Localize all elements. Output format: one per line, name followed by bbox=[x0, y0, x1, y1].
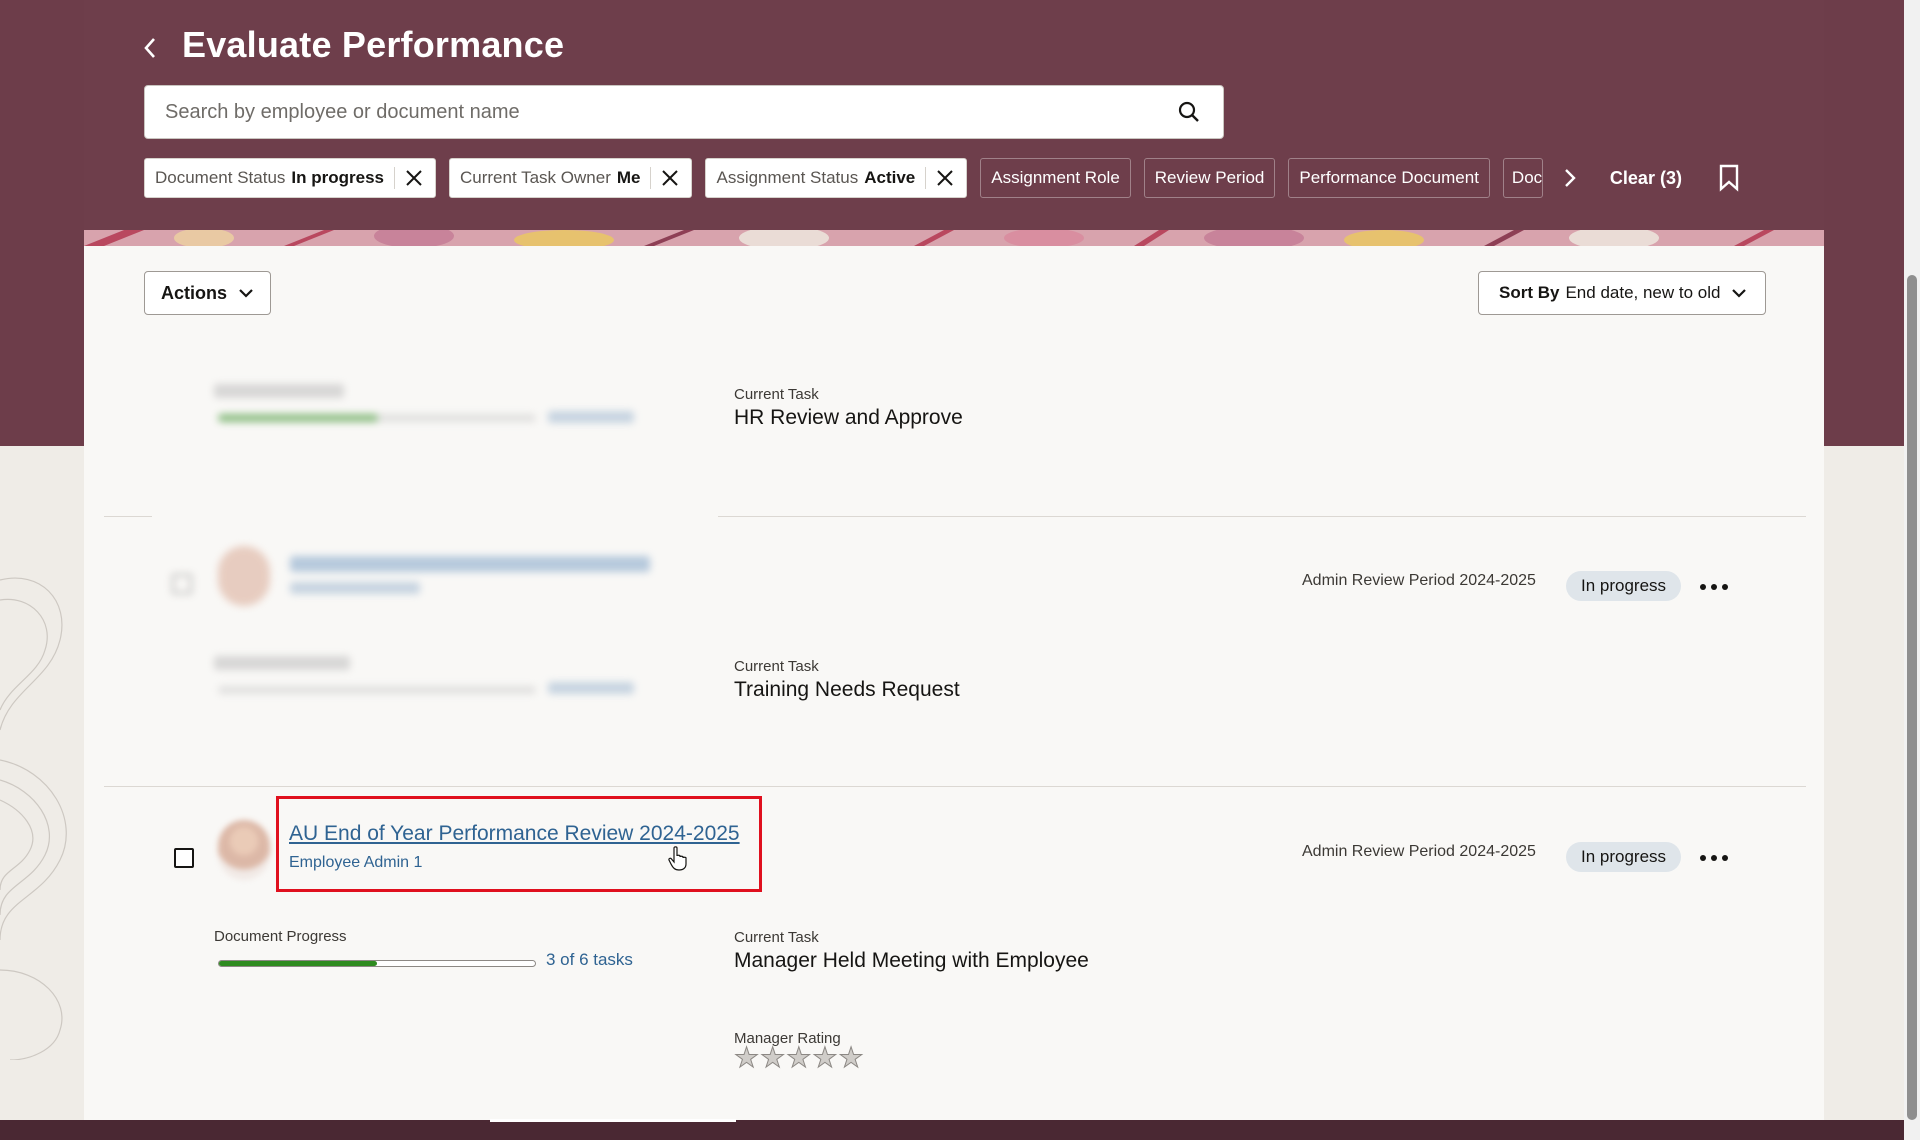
current-task-value: Training Needs Request bbox=[734, 678, 960, 701]
star-icon[interactable]: ★ bbox=[733, 1043, 759, 1072]
sort-prefix: Sort By bbox=[1499, 283, 1560, 302]
row-divider bbox=[104, 516, 152, 517]
filter-chips: Document Status In progress Current Task… bbox=[144, 158, 1742, 198]
avatar bbox=[218, 820, 270, 880]
row-divider bbox=[718, 516, 1806, 517]
filter-performance-document[interactable]: Performance Document bbox=[1288, 158, 1490, 198]
chip-value: Active bbox=[864, 168, 916, 187]
bookmark-icon[interactable] bbox=[1716, 163, 1742, 193]
document-name-link[interactable]: AU End of Year Performance Review 2024-2… bbox=[289, 822, 740, 846]
filter-chip-document-status[interactable]: Document Status In progress bbox=[144, 158, 436, 198]
close-icon[interactable] bbox=[934, 167, 956, 189]
employee-name-link[interactable]: Employee Admin 1 bbox=[289, 854, 422, 872]
actions-label: Actions bbox=[161, 282, 228, 303]
chevron-down-icon bbox=[239, 289, 253, 298]
filter-chip-assignment-status[interactable]: Assignment Status Active bbox=[705, 158, 968, 198]
chip-divider bbox=[925, 167, 927, 189]
current-task-label: Current Task bbox=[734, 658, 819, 675]
filter-chip-current-task-owner[interactable]: Current Task Owner Me bbox=[449, 158, 693, 198]
filter-doc-truncated[interactable]: Doc bbox=[1502, 158, 1543, 198]
chevron-left-icon bbox=[144, 38, 155, 58]
review-period: Admin Review Period 2024-2025 bbox=[1302, 843, 1536, 860]
more-icon[interactable] bbox=[1694, 572, 1734, 602]
chip-value: Me bbox=[616, 168, 641, 187]
current-task-value: HR Review and Approve bbox=[734, 406, 963, 429]
chip-value: In progress bbox=[291, 168, 384, 187]
close-icon[interactable] bbox=[659, 167, 681, 189]
chip-label: Assignment Status bbox=[716, 168, 859, 187]
actions-button[interactable]: Actions bbox=[144, 271, 271, 315]
document-progress-fill bbox=[219, 961, 377, 966]
topographic-decoration bbox=[0, 577, 67, 1060]
status-badge: In progress bbox=[1566, 571, 1682, 601]
row-divider bbox=[104, 786, 1806, 787]
search-icon[interactable] bbox=[1175, 98, 1203, 126]
tasks-count-link[interactable]: 3 of 6 tasks bbox=[546, 950, 633, 970]
current-task-value: Manager Held Meeting with Employee bbox=[734, 949, 1089, 972]
search-input[interactable] bbox=[165, 100, 1175, 124]
chevron-right-icon[interactable] bbox=[1552, 158, 1588, 198]
current-task-label: Current Task bbox=[734, 386, 819, 403]
chip-divider bbox=[394, 167, 395, 189]
pointer-cursor-icon bbox=[668, 846, 687, 871]
filter-review-period[interactable]: Review Period bbox=[1143, 158, 1276, 198]
chevron-down-icon bbox=[1732, 289, 1746, 298]
chip-label: Current Task Owner bbox=[460, 168, 611, 187]
sort-value: End date, new to old bbox=[1565, 283, 1721, 302]
manager-rating-stars[interactable]: ★ ★ ★ ★ ★ bbox=[733, 1043, 865, 1072]
document-progress-label: Document Progress bbox=[214, 928, 347, 945]
review-period: Admin Review Period 2024-2025 bbox=[1302, 572, 1536, 589]
status-badge: In progress bbox=[1566, 842, 1682, 872]
star-icon[interactable]: ★ bbox=[760, 1043, 786, 1072]
star-icon[interactable]: ★ bbox=[786, 1043, 812, 1072]
search-box[interactable] bbox=[144, 85, 1224, 139]
clear-filters-button[interactable]: Clear (3) bbox=[1610, 168, 1682, 189]
chip-label: Document Status bbox=[155, 168, 286, 187]
chip-divider bbox=[650, 167, 652, 189]
document-progress-bar bbox=[218, 960, 536, 967]
star-icon[interactable]: ★ bbox=[812, 1043, 838, 1072]
more-icon[interactable] bbox=[1694, 843, 1734, 873]
decorative-pattern bbox=[84, 230, 1824, 246]
back-button[interactable] bbox=[136, 30, 164, 66]
sort-by-select[interactable]: Sort By End date, new to old bbox=[1478, 271, 1766, 315]
current-task-label: Current Task bbox=[734, 929, 819, 946]
close-icon[interactable] bbox=[403, 167, 425, 189]
bottom-bar bbox=[0, 1120, 1904, 1140]
bottom-active-indicator bbox=[490, 1119, 736, 1122]
row-select-checkbox[interactable] bbox=[174, 848, 194, 868]
filter-assignment-role[interactable]: Assignment Role bbox=[980, 158, 1131, 198]
scrollbar-thumb[interactable] bbox=[1907, 275, 1917, 1120]
star-icon[interactable]: ★ bbox=[838, 1043, 864, 1072]
page-title: Evaluate Performance bbox=[182, 24, 565, 65]
